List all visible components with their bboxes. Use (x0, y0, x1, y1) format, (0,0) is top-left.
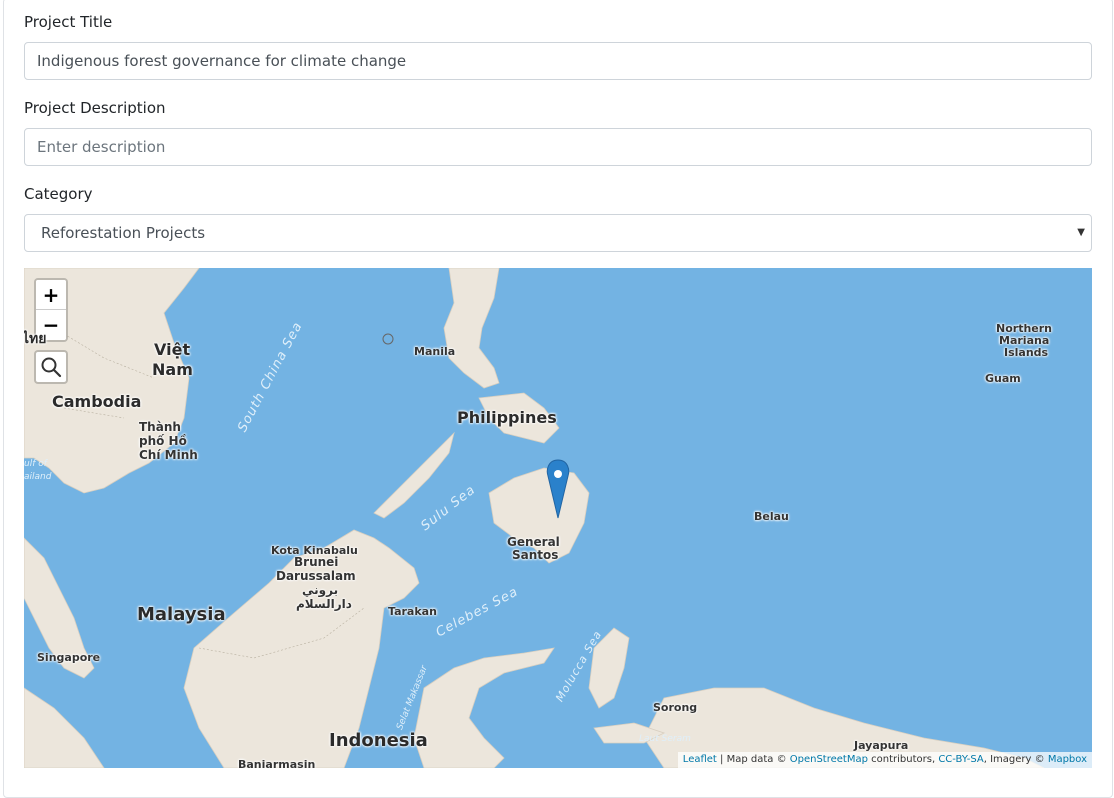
map-label-viet: Việt (154, 340, 191, 359)
map-label-jayapura: Jayapura (854, 739, 909, 752)
mapbox-link[interactable]: Mapbox (1048, 754, 1087, 765)
attribution-text: | Map data © (716, 754, 790, 765)
map-label-nmi-3: Islands (1004, 346, 1049, 359)
map-label-laut-seram: Laut Seram (639, 734, 691, 744)
search-icon (41, 357, 62, 378)
attribution-text: , Imagery © (983, 754, 1048, 765)
location-map[interactable]: + − ไทย Việt Nam Cambodia Thành phố Hồ C… (24, 268, 1092, 768)
map-circle-marker (382, 333, 394, 345)
map-attribution: Leaflet | Map data © OpenStreetMap contr… (677, 752, 1092, 768)
map-label-guam: Guam (985, 372, 1021, 385)
map-label-singapore: Singapore (37, 651, 101, 664)
map-label-gulf-1: ulf of (24, 459, 47, 469)
cc-by-sa-link[interactable]: CC-BY-SA (938, 754, 983, 765)
map-label-manila: Manila (414, 345, 456, 358)
map-label-belau: Belau (754, 510, 789, 523)
map-label-indonesia: Indonesia (329, 730, 428, 751)
map-label-tarakan: Tarakan (388, 605, 437, 618)
attribution-text: contributors, (867, 754, 939, 765)
map-label-brunei-2: Darussalam (276, 569, 356, 583)
sumatra (24, 687, 105, 768)
map-label-nam: Nam (152, 360, 193, 379)
map-label-brunei-4: دارالسلام (296, 597, 352, 611)
map-label-nmi-2: Mariana (999, 334, 1050, 347)
map-label-brunei-3: بروني (302, 583, 339, 597)
map-label-malaysia: Malaysia (137, 604, 226, 625)
luzon-island (443, 268, 500, 389)
category-select[interactable]: Reforestation Projects ▼ (24, 214, 1092, 252)
project-title-label: Project Title (24, 13, 113, 31)
category-selected-value: Reforestation Projects (41, 224, 206, 242)
project-description-input[interactable] (24, 128, 1092, 166)
category-label: Category (24, 185, 93, 203)
zoom-in-button[interactable]: + (36, 280, 66, 310)
map-label-gulf-2: ailand (24, 472, 52, 482)
map-label-banjarmasin: Banjarmasin (238, 758, 316, 768)
map-label-hcm-1: Thành (139, 420, 181, 434)
leaflet-link[interactable]: Leaflet (683, 754, 717, 765)
sulawesi-island (413, 647, 555, 768)
map-label-nmi-1: Northern (996, 322, 1052, 335)
map-label-general-santos-1: General (507, 535, 560, 549)
map-search-button[interactable] (34, 350, 68, 384)
map-label-hcm-2: phố Hồ (139, 434, 187, 448)
map-label-cambodia: Cambodia (52, 392, 142, 411)
project-description-label: Project Description (24, 99, 166, 117)
project-title-input[interactable] (24, 42, 1092, 80)
map-label-general-santos-2: Santos (512, 548, 559, 562)
map-label-philippines: Philippines (457, 408, 557, 427)
openstreetmap-link[interactable]: OpenStreetMap (790, 754, 868, 765)
map-label-sorong: Sorong (653, 701, 698, 714)
map-label-hcm-3: Chí Minh (139, 448, 198, 462)
chevron-down-icon: ▼ (1077, 227, 1085, 238)
map-label-brunei-1: Brunei (294, 555, 339, 569)
map-label-thai: ไทย (24, 331, 47, 347)
